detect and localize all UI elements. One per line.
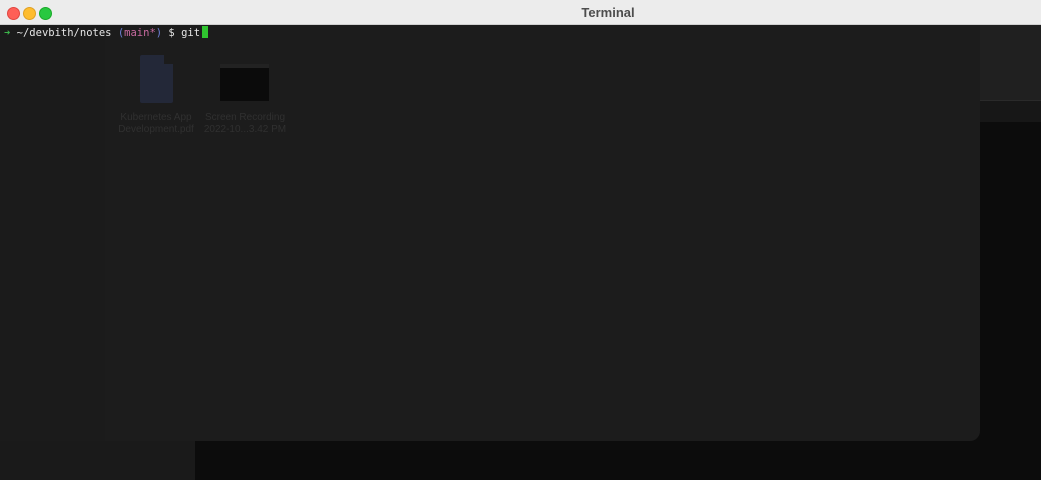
file-name-line: 2022-10...3.42 PM — [203, 124, 287, 135]
command-input[interactable]: git — [181, 27, 200, 39]
background-file-label: Kubernetes App Development.pdf — [112, 112, 200, 136]
video-file-icon — [220, 64, 269, 101]
background-finder-sidebar — [0, 24, 105, 441]
file-name-line: Kubernetes App — [120, 112, 192, 123]
file-name-line: Screen Recording — [204, 112, 286, 123]
pdf-file-icon — [140, 55, 173, 103]
background-file-label: Screen Recording 2022-10...3.42 PM — [198, 112, 292, 136]
file-name-line: Development.pdf — [118, 124, 194, 135]
git-branch-name: main — [124, 27, 150, 39]
background-finder-toolbar — [980, 24, 1041, 101]
current-directory: ~/devbith/notes — [16, 27, 112, 39]
prompt-arrow-icon: ➜ — [4, 27, 11, 39]
git-branch-close: ) — [155, 27, 163, 39]
terminal-prompt-line[interactable]: ➜ ~/devbith/notes (main*) $ git — [4, 26, 209, 40]
prompt-symbol: $ — [168, 27, 175, 39]
window-title: Terminal — [581, 5, 635, 20]
text-cursor — [202, 26, 209, 38]
title-bar: Terminal — [0, 0, 1041, 25]
